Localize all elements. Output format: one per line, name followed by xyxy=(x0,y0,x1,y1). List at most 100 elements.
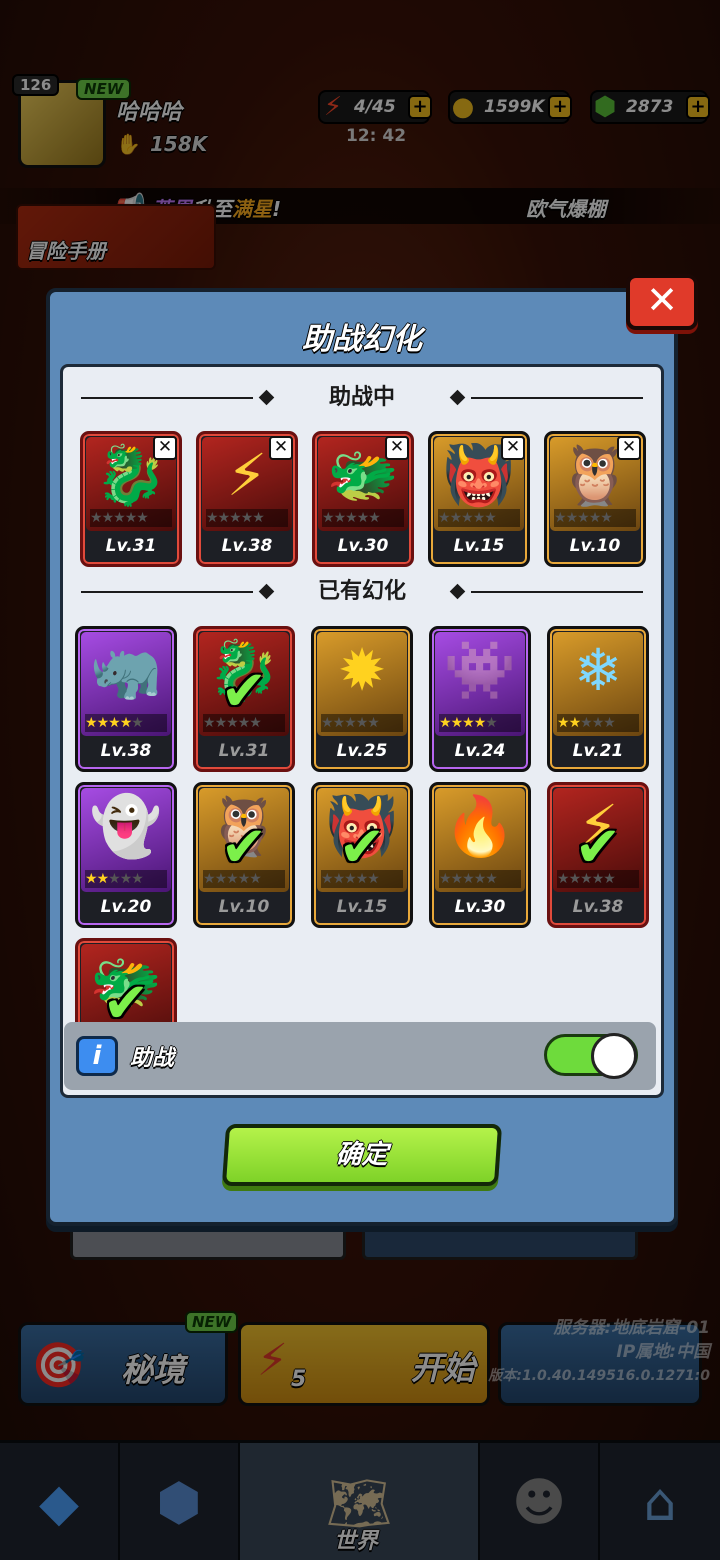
checkmark-icon: ✔ xyxy=(574,815,622,880)
owned-skin-card-horned-beast[interactable]: 🦏 ★★★★★ Lv.38 xyxy=(75,626,177,772)
skin-level: Lv.10 xyxy=(569,536,621,556)
star-empty-icon: ★ xyxy=(90,510,103,526)
owned-skin-card-blue-demon[interactable]: 👹 ★★★★★ Lv.15 ✔ xyxy=(311,782,413,928)
star-filled-icon: ★ xyxy=(450,715,464,731)
star-empty-icon: ★ xyxy=(356,510,370,526)
skin-level: Lv.31 xyxy=(218,741,270,761)
star-empty-icon: ★ xyxy=(580,715,593,731)
star-empty-icon: ★ xyxy=(344,715,357,731)
star-rating: ★★★★★ xyxy=(90,509,172,527)
remove-skin-button[interactable]: ✕ xyxy=(501,436,525,460)
star-empty-icon: ★ xyxy=(203,871,216,887)
owned-skin-card-golden-claw[interactable]: ⚡ ★★★★★ Lv.38 ✔ xyxy=(547,782,649,928)
skin-level: Lv.30 xyxy=(337,536,389,556)
star-rating: ★★★★★ xyxy=(439,714,521,732)
star-empty-icon: ★ xyxy=(229,510,242,526)
toggle-knob xyxy=(591,1033,637,1079)
skin-level: Lv.38 xyxy=(100,741,152,761)
skin-level: Lv.38 xyxy=(572,897,624,917)
star-empty-icon: ★ xyxy=(449,510,463,526)
skin-level: Lv.24 xyxy=(454,741,506,761)
star-rating: ★★★★★ xyxy=(557,714,639,732)
star-empty-icon: ★ xyxy=(439,871,452,887)
star-empty-icon: ★ xyxy=(119,871,133,887)
active-skin-card-blue-demon[interactable]: 👹 ★★★★★ Lv.15 ✕ xyxy=(428,431,530,567)
horned-beast-icon: 🦏 xyxy=(89,636,163,704)
active-skin-card-golden-claw[interactable]: ⚡ ★★★★★ Lv.38 ✕ xyxy=(196,431,298,567)
close-icon: ✕ xyxy=(646,278,678,322)
star-empty-icon: ★ xyxy=(113,510,126,526)
lava-golem-icon: 🔥 xyxy=(443,792,517,860)
star-empty-icon: ★ xyxy=(321,715,334,731)
star-filled-icon: ★ xyxy=(96,871,110,887)
skin-level: Lv.10 xyxy=(218,897,270,917)
owned-skin-card-fanged-beast[interactable]: 👾 ★★★★★ Lv.24 xyxy=(429,626,531,772)
star-empty-icon: ★ xyxy=(321,871,334,887)
skin-level: Lv.31 xyxy=(105,536,157,556)
star-empty-icon: ★ xyxy=(345,510,358,526)
owned-skin-card-ice-crystal[interactable]: ❄ ★★★★★ Lv.21 xyxy=(547,626,649,772)
star-rating: ★★★★★ xyxy=(438,509,520,527)
star-empty-icon: ★ xyxy=(333,510,347,526)
star-empty-icon: ★ xyxy=(136,510,149,526)
star-empty-icon: ★ xyxy=(450,871,464,887)
owned-skin-card-spiky-yellow[interactable]: ✹ ★★★★★ Lv.25 xyxy=(311,626,413,772)
skin-portrait: 👻 ★★★★★ xyxy=(81,788,171,892)
star-empty-icon: ★ xyxy=(473,871,487,887)
star-empty-icon: ★ xyxy=(462,871,475,887)
star-filled-icon: ★ xyxy=(473,715,487,731)
active-skin-card-green-dragon[interactable]: 🐲 ★★★★★ Lv.30 ✕ xyxy=(312,431,414,567)
info-icon[interactable]: i xyxy=(76,1036,118,1076)
star-empty-icon: ★ xyxy=(131,715,144,731)
star-empty-icon: ★ xyxy=(240,510,254,526)
remove-skin-button[interactable]: ✕ xyxy=(269,436,293,460)
star-empty-icon: ★ xyxy=(461,510,474,526)
star-rating: ★★★★★ xyxy=(85,870,167,888)
checkmark-icon: ✔ xyxy=(220,659,268,724)
section-active-title: 助战中 xyxy=(328,385,395,410)
star-filled-icon: ★ xyxy=(119,715,133,731)
remove-skin-button[interactable]: ✕ xyxy=(385,436,409,460)
checkmark-icon: ✔ xyxy=(338,815,386,880)
skin-level: Lv.15 xyxy=(453,536,505,556)
skin-portrait: ❄ ★★★★★ xyxy=(553,632,643,736)
confirm-button[interactable]: 确定 xyxy=(221,1124,503,1186)
star-empty-icon: ★ xyxy=(485,871,498,887)
star-filled-icon: ★ xyxy=(439,715,452,731)
section-active-header: 助战中 xyxy=(63,381,661,415)
star-empty-icon: ★ xyxy=(485,715,498,731)
remove-skin-button[interactable]: ✕ xyxy=(153,436,177,460)
owned-skin-card-leaf-beast[interactable]: 🦉 ★★★★★ Lv.10 ✔ xyxy=(193,782,295,928)
close-button[interactable]: ✕ xyxy=(626,274,698,330)
owned-skin-card-slime-ghost[interactable]: 👻 ★★★★★ Lv.20 xyxy=(75,782,177,928)
golden-claw-icon: ⚡ xyxy=(226,441,268,509)
star-empty-icon: ★ xyxy=(322,510,335,526)
star-empty-icon: ★ xyxy=(600,510,613,526)
assist-toggle-row: i 助战 xyxy=(64,1022,656,1090)
star-rating: ★★★★★ xyxy=(85,714,167,732)
star-empty-icon: ★ xyxy=(565,510,579,526)
remove-skin-button[interactable]: ✕ xyxy=(617,436,641,460)
active-skin-card-leaf-beast[interactable]: 🦉 ★★★★★ Lv.10 ✕ xyxy=(544,431,646,567)
section-owned-title: 已有幻化 xyxy=(317,579,406,604)
star-empty-icon: ★ xyxy=(438,510,451,526)
star-filled-icon: ★ xyxy=(108,715,121,731)
star-rating: ★★★★★ xyxy=(554,509,636,527)
diamond-icon xyxy=(258,389,275,406)
fanged-beast-icon: 👾 xyxy=(443,636,517,704)
star-rating: ★★★★★ xyxy=(206,509,288,527)
owned-skin-card-dark-dragon[interactable]: 🐉 ★★★★★ Lv.31 ✔ xyxy=(193,626,295,772)
star-empty-icon: ★ xyxy=(203,715,216,731)
star-empty-icon: ★ xyxy=(368,510,381,526)
assist-toggle-switch[interactable] xyxy=(544,1033,638,1079)
star-empty-icon: ★ xyxy=(101,510,115,526)
skin-portrait: 👾 ★★★★★ xyxy=(435,632,525,736)
diamond-icon xyxy=(258,583,275,600)
confirm-label: 确定 xyxy=(334,1140,390,1170)
owned-skin-card-lava-golem[interactable]: 🔥 ★★★★★ Lv.30 xyxy=(429,782,531,928)
star-filled-icon: ★ xyxy=(96,715,110,731)
active-skin-card-dark-dragon[interactable]: 🐉 ★★★★★ Lv.31 ✕ xyxy=(80,431,182,567)
skin-panel: 助战中 已有幻化 🐉 ★★★★★ Lv.31 ✕ ⚡ ★★★★★ Lv.38 ✕ 🐲 ★★★★★ L… xyxy=(60,364,664,1098)
skin-portrait: ✹ ★★★★★ xyxy=(317,632,407,736)
skin-level: Lv.15 xyxy=(336,897,388,917)
